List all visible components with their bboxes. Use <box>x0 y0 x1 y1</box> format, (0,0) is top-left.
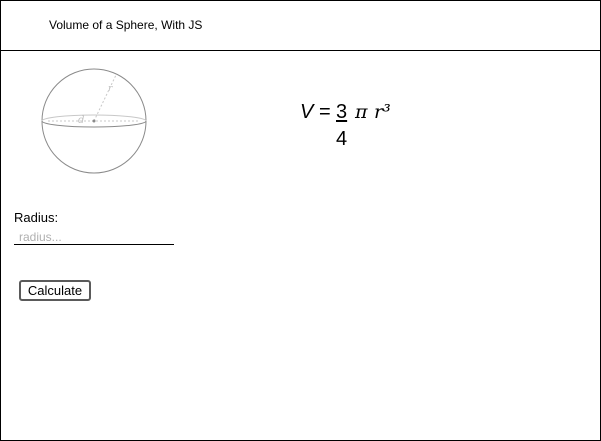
formula-volume-symbol: V <box>300 101 314 123</box>
radius-marker-label: r <box>108 84 113 94</box>
diameter-marker-label: d <box>78 115 84 126</box>
radius-label: Radius: <box>14 210 59 225</box>
volume-formula: V = 3 π r³ 4 <box>300 100 420 152</box>
page-header: Volume of a Sphere, With JS <box>1 1 600 51</box>
page-title: Volume of a Sphere, With JS <box>49 18 203 32</box>
formula-denominator: 4 <box>336 128 348 150</box>
formula-equals: = <box>319 101 331 123</box>
radius-input[interactable] <box>14 229 174 245</box>
formula-r-cubed: r³ <box>374 101 391 123</box>
calculate-button[interactable]: Calculate <box>19 280 91 301</box>
formula-pi: π <box>355 101 368 123</box>
sphere-diagram: r d <box>41 68 147 174</box>
formula-numerator: 3 <box>336 101 348 123</box>
